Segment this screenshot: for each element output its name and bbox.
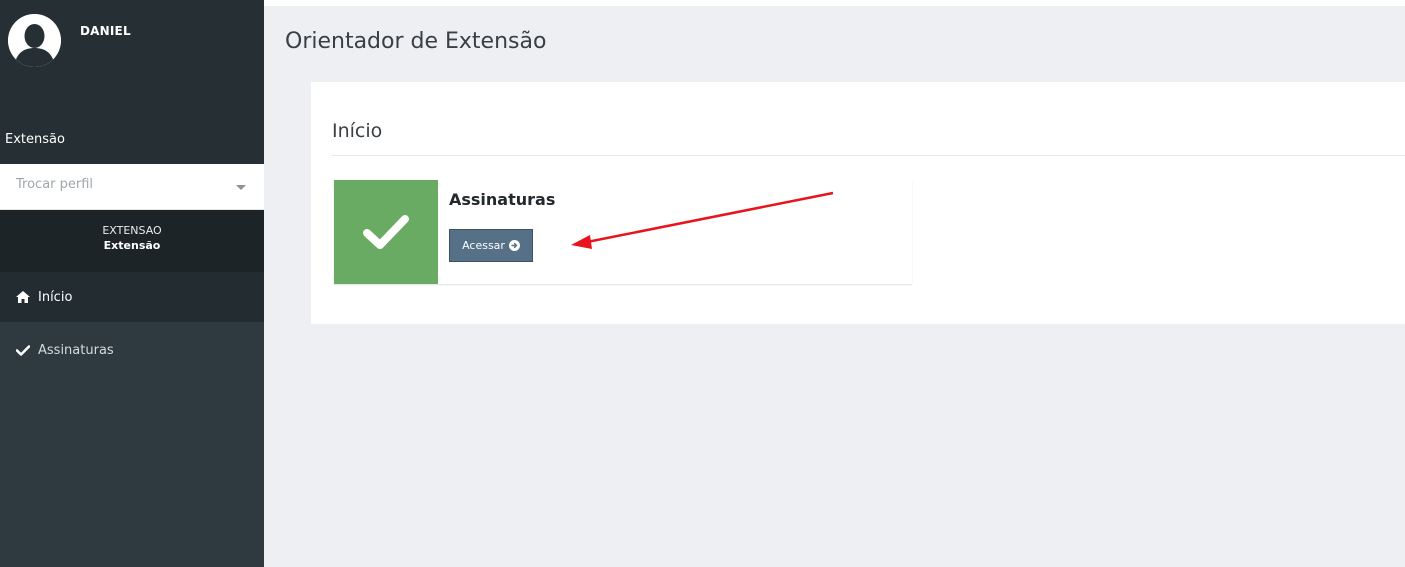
check-icon xyxy=(334,180,438,284)
profile-select-placeholder: Trocar perfil xyxy=(16,177,94,192)
divider xyxy=(332,155,1405,156)
home-icon xyxy=(16,291,38,303)
info-box-title: Assinaturas xyxy=(449,190,556,209)
sidebar: DANIEL Extensão Trocar perfil EXTENSAO E… xyxy=(0,0,264,567)
acessar-button-label: Acessar xyxy=(462,239,505,252)
acessar-button[interactable]: Acessar xyxy=(449,229,533,262)
profile-select[interactable]: Trocar perfil xyxy=(0,164,264,210)
chevron-down-icon xyxy=(236,185,246,190)
sidebar-user-panel: DANIEL Extensão xyxy=(0,0,264,164)
sidebar-item-assinaturas[interactable]: Assinaturas xyxy=(0,325,264,375)
user-silhouette-icon xyxy=(8,14,61,67)
profile-code: EXTENSAO xyxy=(102,224,162,237)
sidebar-item-label: Assinaturas xyxy=(38,342,114,358)
user-name: DANIEL xyxy=(80,24,131,38)
arrow-circle-right-icon xyxy=(508,240,520,251)
current-profile: EXTENSAO Extensão xyxy=(0,210,264,272)
panel-heading: Início xyxy=(332,120,383,142)
sidebar-item-inicio[interactable]: Início xyxy=(0,272,264,322)
assinaturas-info-box: Assinaturas Acessar xyxy=(334,180,912,284)
main-content: Orientador de Extensão Início Assinatura… xyxy=(264,6,1405,567)
content-panel: Início Assinaturas Acessar xyxy=(311,82,1405,324)
avatar[interactable] xyxy=(8,14,61,67)
sidebar-item-label: Início xyxy=(38,289,73,305)
section-label: Extensão xyxy=(5,132,65,147)
profile-name: Extensão xyxy=(103,239,161,252)
check-icon xyxy=(16,344,38,356)
page-title: Orientador de Extensão xyxy=(285,29,547,54)
